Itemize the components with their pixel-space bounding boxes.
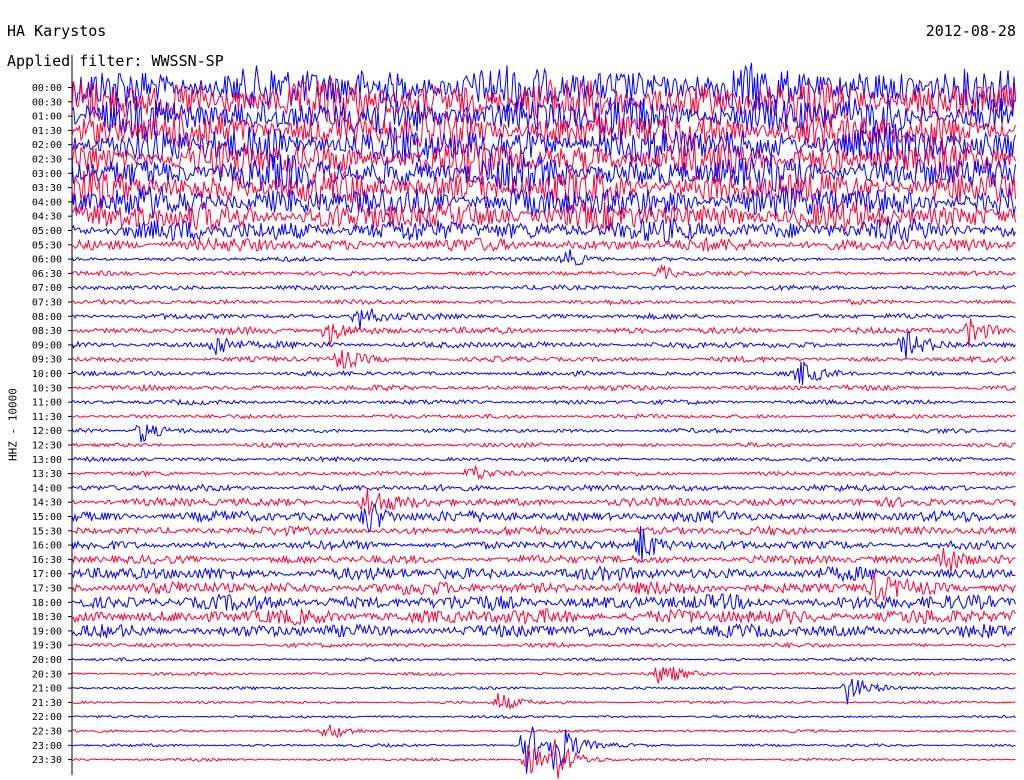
row-label: 20:30 (32, 669, 62, 680)
trace-row (71, 678, 1016, 705)
trace-row (71, 608, 1016, 626)
row-label: 06:30 (32, 269, 62, 280)
trace-row (71, 349, 1016, 369)
row-label: 15:30 (32, 526, 62, 537)
row-label: 17:00 (32, 569, 62, 580)
row-label: 20:00 (32, 655, 62, 666)
row-label: 08:00 (32, 312, 62, 323)
row-label: 18:30 (32, 612, 62, 623)
row-label: 11:30 (32, 412, 62, 423)
row-label: 12:00 (32, 426, 62, 437)
row-label: 12:30 (32, 441, 62, 452)
row-label: 07:30 (32, 298, 62, 309)
trace-row (71, 503, 1016, 534)
trace-row (71, 623, 1016, 639)
trace-row (71, 572, 1016, 603)
row-label: 19:00 (32, 626, 62, 637)
row-label: 02:00 (32, 140, 62, 151)
trace-row (71, 724, 1016, 739)
trace-row (71, 398, 1016, 406)
row-label: 09:30 (32, 355, 62, 366)
row-label: 00:30 (32, 97, 62, 108)
row-label: 19:30 (32, 641, 62, 652)
trace-row (71, 547, 1016, 573)
trace-row (71, 308, 1016, 331)
row-label: 21:00 (32, 684, 62, 695)
row-label: 18:00 (32, 598, 62, 609)
row-label: 23:30 (32, 755, 62, 766)
row-label: 14:00 (32, 483, 62, 494)
row-label: 05:00 (32, 226, 62, 237)
row-label: 06:00 (32, 255, 62, 266)
trace-row (71, 413, 1016, 420)
row-label: 14:30 (32, 498, 62, 509)
row-label: 03:00 (32, 169, 62, 180)
trace-row (71, 360, 1016, 386)
row-label: 04:00 (32, 197, 62, 208)
row-label: 22:30 (32, 727, 62, 738)
row-label: 13:30 (32, 469, 62, 480)
trace-row (71, 656, 1016, 663)
trace-row (71, 441, 1016, 449)
row-label: 22:00 (32, 712, 62, 723)
row-label: 02:30 (32, 155, 62, 166)
row-label: 10:00 (32, 369, 62, 380)
trace-row (71, 524, 1016, 538)
trace-row (71, 641, 1016, 650)
row-label: 03:30 (32, 183, 62, 194)
trace-row (71, 464, 1016, 480)
row-label: 15:00 (32, 512, 62, 523)
row-label: 09:00 (32, 340, 62, 351)
trace-row (71, 383, 1016, 392)
row-label: 21:30 (32, 698, 62, 709)
trace-row (71, 236, 1016, 253)
trace-row (72, 693, 1016, 711)
row-label: 23:00 (32, 741, 62, 752)
row-label: 04:30 (32, 212, 62, 223)
row-label: 01:00 (32, 112, 62, 123)
trace-row (71, 483, 1016, 493)
row-label: 13:00 (32, 455, 62, 466)
row-label: 05:30 (32, 240, 62, 251)
trace-row (71, 62, 1016, 112)
trace-row (71, 424, 1016, 443)
row-label: 17:30 (32, 584, 62, 595)
row-label: 08:30 (32, 326, 62, 337)
trace-row (71, 330, 1016, 360)
trace-row (71, 488, 1016, 516)
trace-row (71, 263, 1016, 280)
trace-row (71, 714, 1016, 720)
trace-row (72, 284, 1016, 292)
row-label: 10:30 (32, 383, 62, 394)
trace-row (71, 298, 1016, 306)
trace-row (71, 726, 1016, 774)
row-label: 00:00 (32, 83, 62, 94)
row-label: 11:00 (32, 398, 62, 409)
row-label: 16:30 (32, 555, 62, 566)
row-label: 01:30 (32, 126, 62, 137)
trace-row (71, 248, 1016, 266)
trace-row (71, 592, 1016, 612)
trace-row (71, 455, 1016, 463)
row-label: 07:00 (32, 283, 62, 294)
trace-row (71, 666, 1016, 684)
seismogram-plot: 00:00 00:30 01:00 01:30 02:00 02:30 03:00 03:30… (32, 55, 1016, 779)
row-label: 16:00 (32, 541, 62, 552)
